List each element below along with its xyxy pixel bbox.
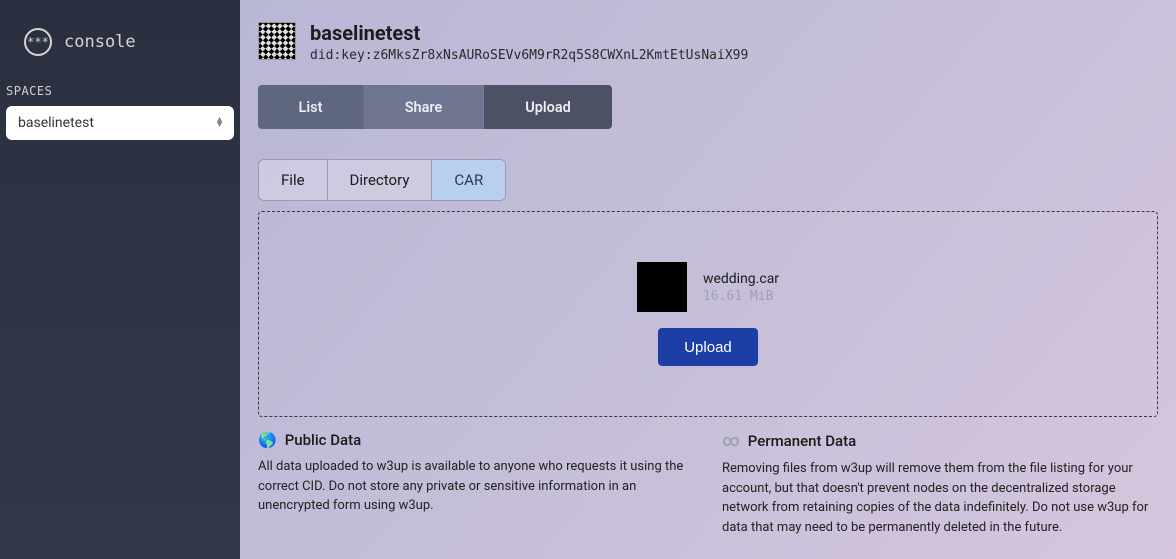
upload-type-file[interactable]: File — [259, 160, 328, 200]
main-content: baselinetest did:key:z6MksZr8xNsAURoSEVv… — [240, 0, 1176, 559]
space-title: baselinetest — [310, 22, 748, 44]
space-selector-value: baselinetest — [18, 115, 94, 131]
infinity-icon: ∞ — [722, 431, 740, 451]
logo-icon: *** — [24, 28, 52, 56]
tab-share[interactable]: Share — [364, 85, 484, 129]
file-thumbnail — [637, 262, 687, 312]
info-public-body: All data uploaded to w3up is available t… — [258, 457, 694, 516]
logo-text: console — [64, 32, 136, 52]
info-permanent-body: Removing files from w3up will remove the… — [722, 459, 1158, 537]
info-permanent: ∞ Permanent Data Removing files from w3u… — [722, 431, 1158, 537]
queued-file-name: wedding.car — [703, 271, 779, 287]
info-public-heading: Public Data — [285, 431, 362, 449]
primary-tabs: List Share Upload — [258, 85, 612, 129]
info-row: 🌎 Public Data All data uploaded to w3up … — [258, 431, 1158, 537]
globe-icon: 🌎 — [258, 431, 277, 449]
sidebar: *** console SPACES baselinetest ▲▼ — [0, 0, 240, 559]
tab-list[interactable]: List — [258, 85, 364, 129]
logo[interactable]: *** console — [0, 18, 240, 84]
space-header: baselinetest did:key:z6MksZr8xNsAURoSEVv… — [258, 22, 1158, 63]
upload-type-car[interactable]: CAR — [432, 160, 505, 200]
queued-file-row: wedding.car 16.61 MiB — [637, 262, 779, 312]
info-permanent-heading: Permanent Data — [748, 432, 856, 450]
space-did: did:key:z6MksZr8xNsAURoSEVv6M9rR2q5S8CWX… — [310, 48, 748, 63]
space-selector[interactable]: baselinetest ▲▼ — [6, 106, 234, 140]
space-avatar — [258, 22, 296, 60]
tab-upload[interactable]: Upload — [484, 85, 612, 129]
upload-dropzone[interactable]: wedding.car 16.61 MiB Upload — [258, 211, 1158, 417]
upload-type-tabs: File Directory CAR — [258, 159, 506, 201]
sidebar-section-spaces-label: SPACES — [0, 84, 240, 106]
info-public: 🌎 Public Data All data uploaded to w3up … — [258, 431, 694, 537]
queued-file-size: 16.61 MiB — [703, 289, 779, 304]
upload-type-directory[interactable]: Directory — [328, 160, 433, 200]
chevron-updown-icon: ▲▼ — [215, 118, 224, 128]
upload-button[interactable]: Upload — [658, 328, 758, 366]
dropzone-content: wedding.car 16.61 MiB Upload — [637, 262, 779, 366]
